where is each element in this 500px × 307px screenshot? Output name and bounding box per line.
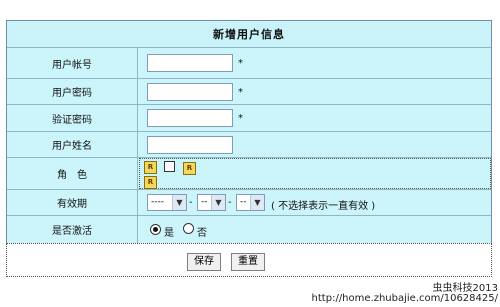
required-mark: * xyxy=(238,58,243,69)
active-no-label: 否 xyxy=(197,228,207,239)
expiry-label: 有效期 xyxy=(7,190,138,215)
name-input[interactable] xyxy=(147,136,233,154)
required-mark: * xyxy=(238,87,243,98)
role-icon: R xyxy=(183,162,196,175)
row-confirm-password: 验证密码 * xyxy=(7,105,491,132)
role-icon: R xyxy=(144,176,157,189)
save-button[interactable]: 保存 xyxy=(187,253,221,271)
active-no-radio[interactable] xyxy=(183,223,194,234)
row-password: 用户密码 * xyxy=(7,79,491,105)
role-options: R R R xyxy=(139,158,491,189)
confirm-password-input[interactable] xyxy=(147,109,233,127)
watermark-url: http://home.zhubajie.com/10628425/ xyxy=(311,293,498,304)
row-expiry: 有效期 ---- ▼ - -- ▼ - -- ▼ ( 不选择表示一直有效 ) xyxy=(7,190,491,216)
password-label: 用户密码 xyxy=(7,79,138,104)
account-input[interactable] xyxy=(147,54,233,72)
confirm-password-label: 验证密码 xyxy=(7,105,138,131)
button-bar: 保存 重置 xyxy=(6,243,492,277)
expiry-month-select[interactable]: -- ▼ xyxy=(197,194,226,211)
row-active: 是否激活 是 否 xyxy=(7,216,491,243)
expiry-day-select[interactable]: -- ▼ xyxy=(236,194,265,211)
chevron-down-icon: ▼ xyxy=(211,195,225,210)
name-label: 用户姓名 xyxy=(7,132,138,157)
chevron-down-icon: ▼ xyxy=(172,195,186,210)
chevron-down-icon: ▼ xyxy=(250,195,264,210)
form-title: 新增用户信息 xyxy=(7,21,491,48)
required-mark: * xyxy=(238,113,243,124)
expiry-year-select[interactable]: ---- ▼ xyxy=(147,194,187,211)
watermark-brand: 虫虫科技2013 xyxy=(432,283,498,294)
role-checkbox[interactable] xyxy=(164,161,175,172)
active-yes-label: 是 xyxy=(164,228,174,239)
active-label: 是否激活 xyxy=(7,216,138,243)
row-account: 用户帐号 * xyxy=(7,48,491,79)
role-label: 角 色 xyxy=(7,158,138,189)
row-role: 角 色 R R R xyxy=(7,158,491,190)
password-input[interactable] xyxy=(147,83,233,101)
expiry-hint: ( 不选择表示一直有效 ) xyxy=(271,201,376,212)
reset-button[interactable]: 重置 xyxy=(231,253,265,271)
account-label: 用户帐号 xyxy=(7,48,138,78)
user-form: 新增用户信息 用户帐号 * 用户密码 * 验证密码 * 用户姓名 角 色 R R… xyxy=(6,20,492,244)
role-icon: R xyxy=(144,161,157,174)
active-yes-radio[interactable] xyxy=(150,224,161,235)
row-name: 用户姓名 xyxy=(7,132,491,158)
